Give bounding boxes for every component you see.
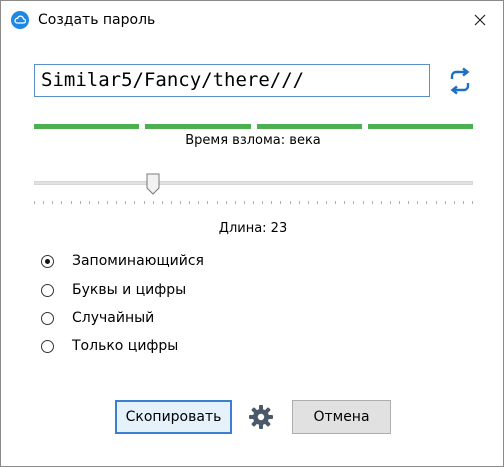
crack-time-label: Время взлома: века	[185, 133, 321, 148]
radio-button[interactable]	[41, 339, 54, 353]
slider-tick	[445, 201, 446, 204]
slider-tick	[34, 201, 35, 204]
strength-segment	[256, 124, 362, 129]
slider-tick	[134, 201, 135, 204]
title-bar: Создать пароль	[1, 1, 503, 39]
slider-tick	[144, 201, 145, 204]
settings-button[interactable]	[247, 403, 275, 431]
radio-label: Буквы и цифры	[72, 282, 187, 298]
slider-tick	[98, 201, 99, 204]
length-slider-track[interactable]	[34, 181, 473, 185]
slider-tick	[43, 201, 44, 204]
slider-tick	[107, 201, 108, 204]
slider-tick	[235, 201, 236, 204]
slider-tick	[280, 201, 281, 204]
slider-tick	[244, 201, 245, 204]
slider-tick	[162, 201, 163, 204]
slider-tick	[299, 201, 300, 204]
length-label: Длина: 23	[218, 221, 288, 236]
slider-tick	[472, 201, 473, 204]
slider-tick	[344, 201, 345, 204]
slider-tick	[417, 201, 418, 204]
regenerate-button[interactable]	[445, 65, 475, 97]
strength-segment	[367, 124, 473, 129]
close-icon	[474, 14, 486, 26]
slider-tick	[61, 201, 62, 204]
slider-tick	[226, 201, 227, 204]
slider-tick	[308, 201, 309, 204]
slider-tick	[317, 201, 318, 204]
strength-segment	[34, 124, 140, 129]
copy-button[interactable]: Скопировать	[115, 400, 232, 434]
length-slider-ticks	[34, 201, 473, 205]
slider-tick	[125, 201, 126, 204]
slider-tick	[253, 201, 254, 204]
radio-random[interactable]: Случайный	[41, 309, 154, 327]
slider-tick	[372, 201, 373, 204]
cancel-button[interactable]: Отмена	[292, 400, 391, 434]
password-field[interactable]: Similar5/Fancy/there///	[34, 64, 430, 97]
create-password-dialog: Создать пароль Similar5/Fancy/there/// В…	[0, 0, 504, 467]
refresh-icon	[450, 67, 470, 95]
slider-tick	[207, 201, 208, 204]
slider-tick	[171, 201, 172, 204]
slider-tick	[390, 201, 391, 204]
slider-tick	[290, 201, 291, 204]
slider-tick	[271, 201, 272, 204]
strength-meter	[34, 124, 473, 129]
radio-button[interactable]	[41, 311, 54, 325]
gear-icon	[249, 405, 273, 429]
slider-tick	[116, 201, 117, 204]
radio-memorable[interactable]: Запоминающийся	[41, 252, 204, 270]
window-title: Создать пароль	[38, 12, 156, 28]
slider-tick	[335, 201, 336, 204]
length-slider-thumb[interactable]	[146, 173, 160, 195]
slider-tick	[436, 201, 437, 204]
slider-tick	[353, 201, 354, 204]
radio-label: Запоминающийся	[72, 253, 204, 269]
slider-tick	[426, 201, 427, 204]
slider-tick	[189, 201, 190, 204]
slider-tick	[363, 201, 364, 204]
slider-tick	[52, 201, 53, 204]
slider-tick	[198, 201, 199, 204]
slider-tick	[399, 201, 400, 204]
close-button[interactable]	[457, 1, 503, 39]
radio-button[interactable]	[41, 283, 54, 297]
slider-tick	[217, 201, 218, 204]
radio-label: Случайный	[72, 310, 155, 326]
slider-tick	[381, 201, 382, 204]
slider-tick	[89, 201, 90, 204]
radio-letters-digits[interactable]: Буквы и цифры	[41, 281, 186, 299]
radio-button[interactable]	[41, 254, 54, 268]
slider-tick	[71, 201, 72, 204]
slider-tick	[80, 201, 81, 204]
slider-tick	[454, 201, 455, 204]
slider-tick	[180, 201, 181, 204]
radio-label: Только цифры	[72, 338, 179, 354]
slider-tick	[153, 201, 154, 204]
cloud-icon	[11, 11, 29, 29]
radio-digits-only[interactable]: Только цифры	[41, 337, 178, 355]
slider-tick	[463, 201, 464, 204]
slider-tick	[262, 201, 263, 204]
slider-tick	[326, 201, 327, 204]
slider-tick	[408, 201, 409, 204]
strength-segment	[145, 124, 251, 129]
